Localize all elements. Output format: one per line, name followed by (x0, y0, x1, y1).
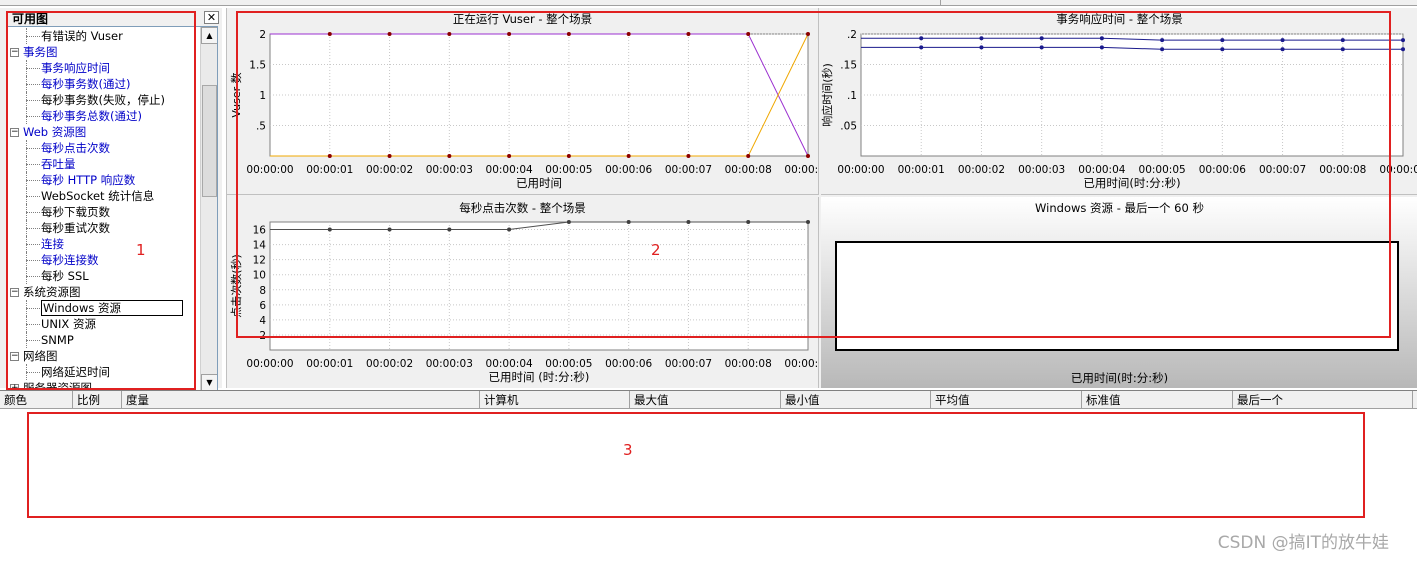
x-tick-label: 00:00:04 (486, 358, 533, 370)
scroll-thumb[interactable] (202, 85, 217, 197)
x-tick-label: 00:00:00 (246, 358, 293, 370)
legend-column-header[interactable]: 最小值 (781, 391, 931, 409)
legend-column-header[interactable]: 比例 (73, 391, 122, 409)
legend-column-header[interactable]: 最大值 (630, 391, 781, 409)
annotation-label-1: 1 (136, 241, 146, 259)
x-tick-label: 00:00:01 (306, 358, 353, 370)
scroll-up-icon[interactable]: ▲ (201, 27, 217, 44)
watermark: CSDN @搞IT的放牛娃 (1217, 533, 1389, 553)
close-icon[interactable]: ✕ (204, 11, 219, 24)
annotation-box-2 (236, 11, 1391, 338)
legend-column-header[interactable]: 平均值 (931, 391, 1082, 409)
x-tick-label: 00:00:02 (366, 358, 413, 370)
legend-column-header[interactable]: 最后一个 (1233, 391, 1413, 409)
legend-column-header[interactable]: 标准值 (1082, 391, 1233, 409)
annotation-label-3: 3 (623, 441, 633, 459)
tree-scrollbar[interactable]: ▲ ▼ (200, 27, 217, 391)
x-tick-label: 00:00:09 (784, 358, 819, 370)
x-tick-label: 00:00:03 (426, 358, 473, 370)
legend-column-header[interactable]: 颜色 (0, 391, 73, 409)
legend-column-header[interactable]: 计算机 (480, 391, 630, 409)
top-window-edge (0, 0, 1417, 6)
legend-column-header[interactable]: 度量 (122, 391, 480, 409)
scroll-down-icon[interactable]: ▼ (201, 374, 217, 391)
x-tick-label: 00:00:05 (545, 358, 592, 370)
data-point (1401, 38, 1405, 43)
windows-graph-xlabel: 已用时间(时:分:秒) (1070, 371, 1169, 385)
data-point (1401, 47, 1405, 52)
annotation-box-1 (6, 11, 196, 390)
annotation-label-2: 2 (651, 241, 661, 259)
x-tick-label: 00:00:06 (605, 358, 652, 370)
x-tick-label: 00:00:08 (725, 358, 772, 370)
annotation-box-3 (27, 412, 1365, 518)
legend-header: 颜色 比例 度量 计算机 最大值 最小值 平均值 标准值 最后一个 (0, 391, 1417, 409)
x-tick-label: 00:00:07 (665, 358, 712, 370)
x-axis-label: 已用时间 (时:分:秒) (489, 370, 590, 384)
